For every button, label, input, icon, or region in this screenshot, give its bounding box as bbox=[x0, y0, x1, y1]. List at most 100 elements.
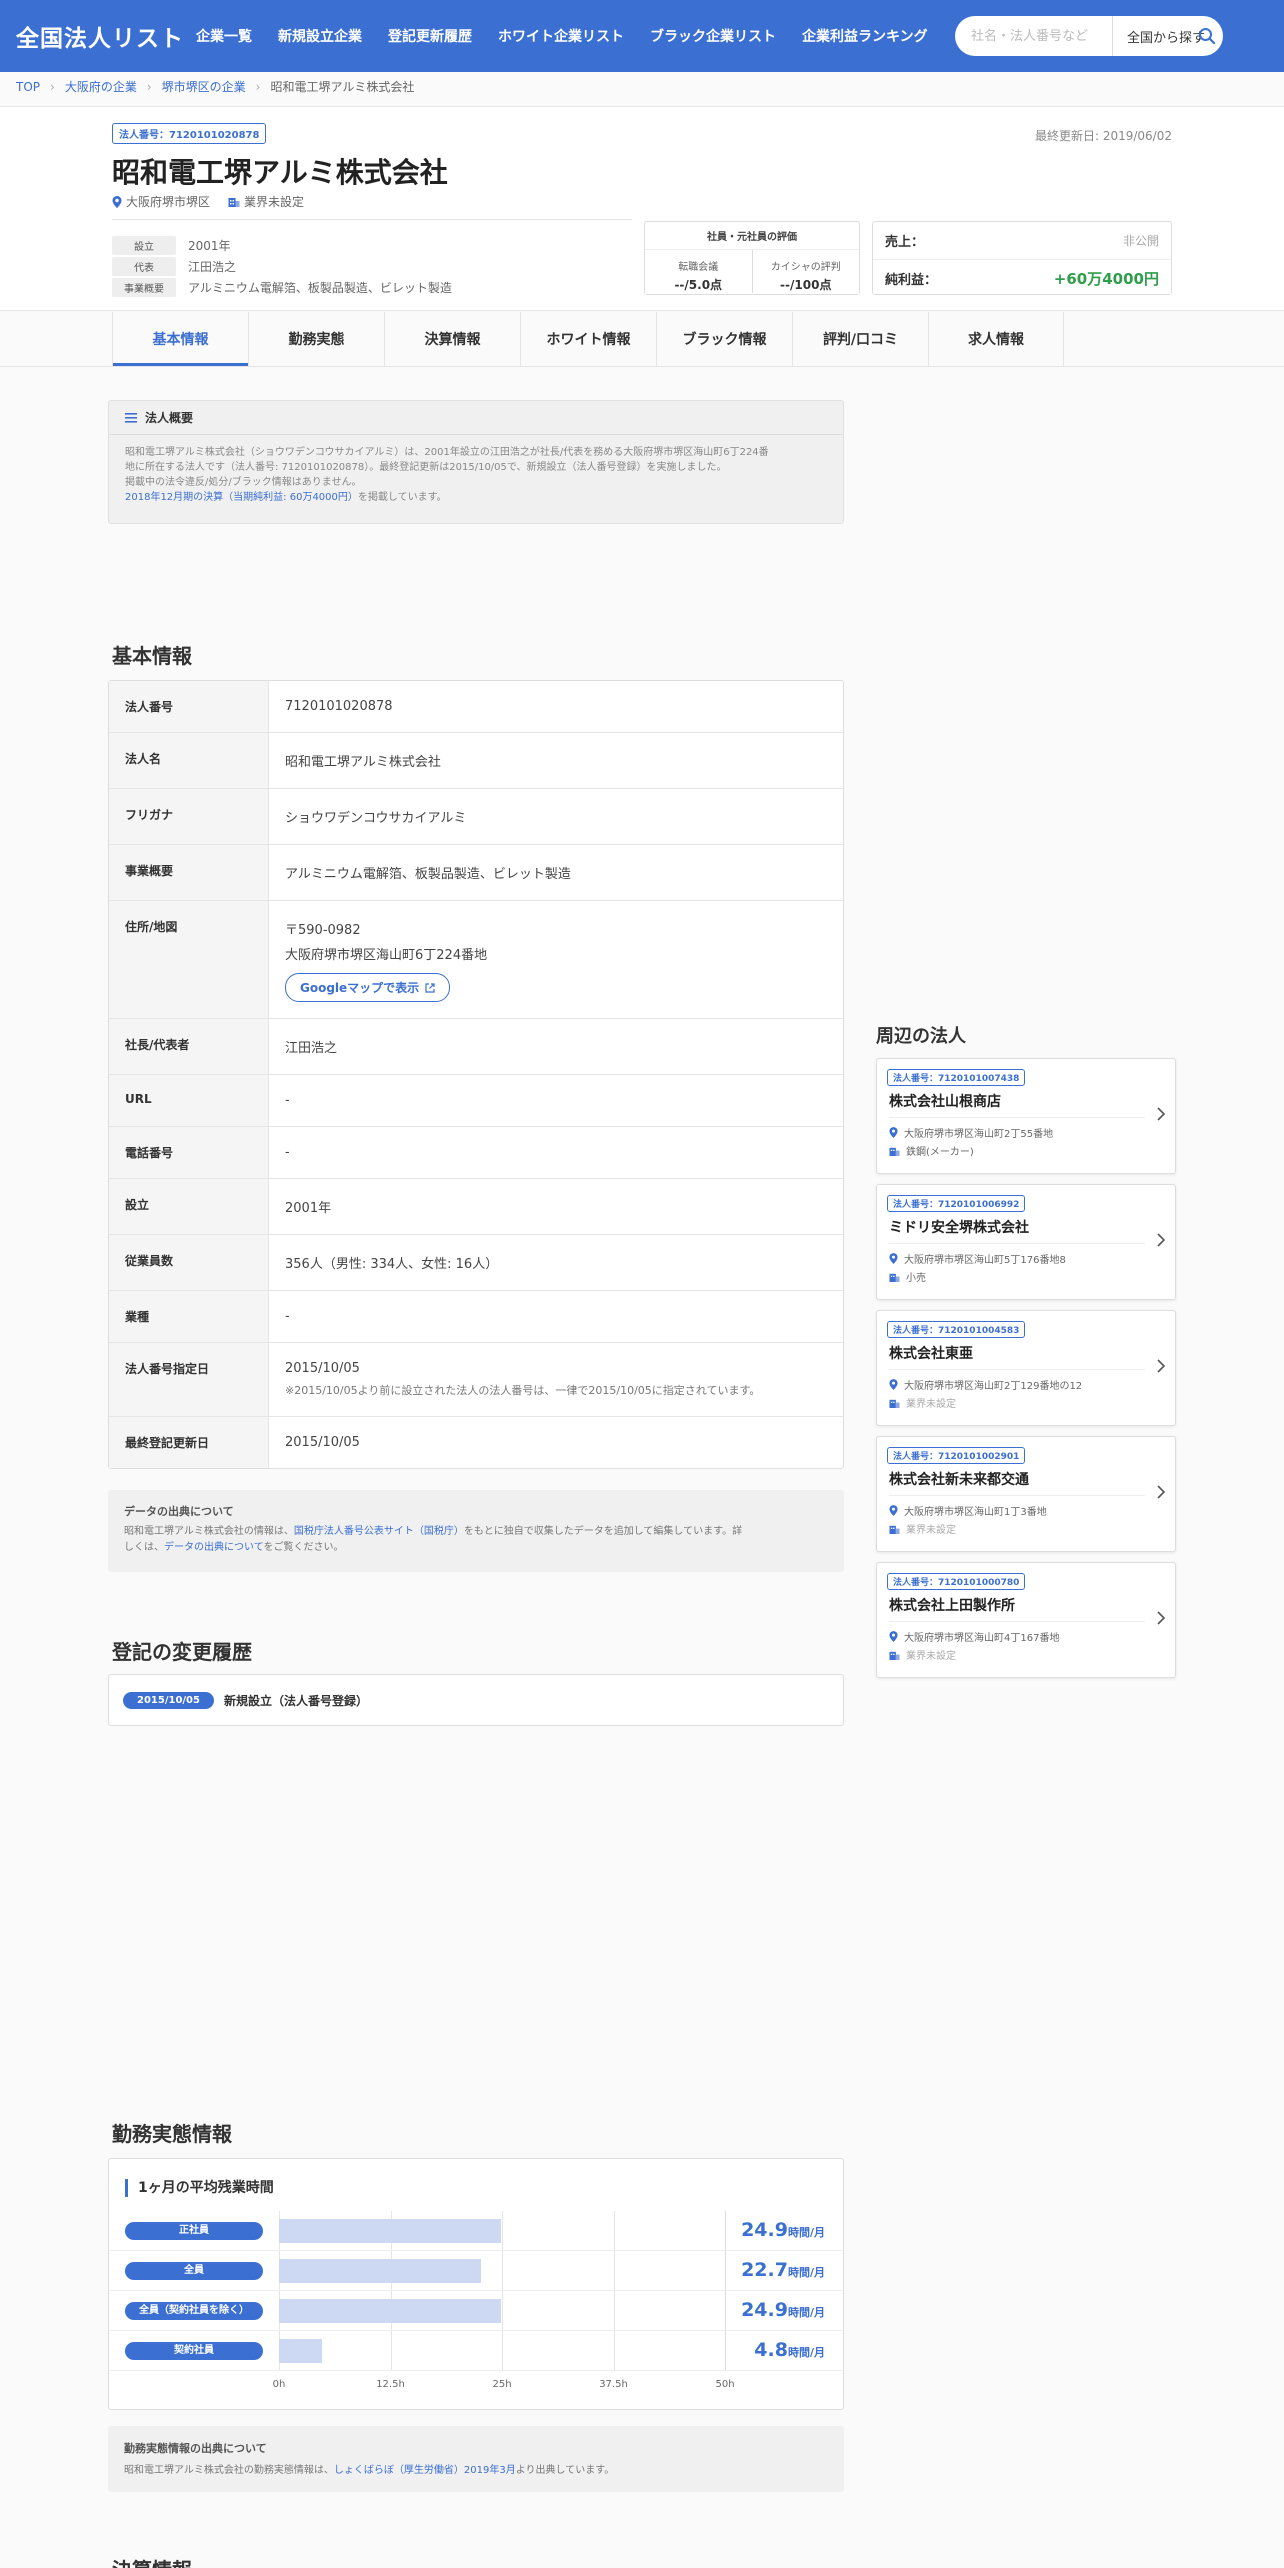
x-tick-label: 37.5h bbox=[599, 2379, 628, 2390]
bar-value-label: 4.8時間/月 bbox=[754, 2339, 825, 2361]
chart-bar-row: 全員 22.7時間/月 bbox=[109, 2251, 845, 2291]
employee-review-box: 社員・元社員の評価 転職会議 --/5.0点 カイシャの評判 --/100点 bbox=[644, 221, 860, 295]
chart-bar-row: 契約社員 4.8時間/月 bbox=[109, 2331, 845, 2371]
tab-basic[interactable]: 基本情報 bbox=[112, 312, 248, 366]
data-source-link[interactable]: データの出典について bbox=[164, 1542, 264, 1553]
location-pin-icon bbox=[889, 1127, 898, 1138]
bar-value-label: 24.9時間/月 bbox=[741, 2219, 825, 2241]
nav-new-companies[interactable]: 新規設立企業 bbox=[278, 26, 362, 46]
breadcrumb-top[interactable]: TOP bbox=[16, 80, 40, 94]
hero-divider bbox=[112, 219, 632, 220]
location-pin-icon bbox=[889, 1505, 898, 1516]
nearby-address: 大阪府堺市堺区海山町5丁176番地8 bbox=[904, 1255, 1066, 1266]
search-button[interactable] bbox=[1191, 16, 1223, 56]
nearby-corp-number: 法人番号：7120101002901 bbox=[887, 1447, 1026, 1464]
nearby-company-card[interactable]: 法人番号：7120101007438 株式会社山根商店 大阪府堺市堺区海山町2丁55… bbox=[876, 1058, 1176, 1174]
building-icon bbox=[889, 1399, 900, 1408]
search-area-select[interactable]: 全国から探す bbox=[1113, 27, 1205, 46]
basic-info-table: 法人番号 7120101020878 法人名 昭和電工堺アルミ株式会社 フリガナ… bbox=[108, 680, 844, 1469]
chevron-right-icon bbox=[1157, 1485, 1165, 1499]
nearby-company-card[interactable]: 法人番号：7120101004583 株式会社東亜 大阪府堺市堺区海山町2丁129番… bbox=[876, 1310, 1176, 1426]
search-icon bbox=[1199, 28, 1216, 45]
tab-jobs[interactable]: 求人情報 bbox=[928, 312, 1064, 366]
overtime-chart: 0h 12.5h 25h 37.5h 50h 正社員 24.9時間/月 全員 22.7時間/月全… bbox=[109, 2211, 845, 2401]
chart-bar-row: 正社員 24.9時間/月 bbox=[109, 2211, 845, 2251]
building-icon bbox=[889, 1651, 900, 1660]
x-tick-label: 25h bbox=[492, 2379, 512, 2390]
nearby-company-card[interactable]: 法人番号：7120101006992 ミドリ安全堺株式会社大阪府堺市堺区海山町5丁… bbox=[876, 1184, 1176, 1300]
company-hero: 法人番号：7120101020878 最終更新日: 2019/06/02 昭和電… bbox=[0, 106, 1284, 311]
nearby-industry: 業界未設定 bbox=[906, 1399, 956, 1410]
tab-reviews[interactable]: 評判/口コミ bbox=[792, 312, 928, 366]
nearby-company-name: ミドリ安全堺株式会社 bbox=[889, 1220, 1029, 1236]
building-icon bbox=[889, 1525, 900, 1534]
summary-title: 法人概要 bbox=[145, 411, 194, 425]
chevron-right-icon bbox=[1157, 1107, 1165, 1121]
work-source-note: 勤務実態情報の出典について 昭和電工堺アルミ株式会社の勤務実態情報は、しょくばら… bbox=[108, 2426, 844, 2492]
tab-financial[interactable]: 決算情報 bbox=[384, 312, 520, 366]
table-row: 従業員数 356人（男性: 334人、女性: 16人） bbox=[109, 1235, 843, 1291]
chevron-right-icon bbox=[1157, 1233, 1165, 1247]
nearby-address: 大阪府堺市堺区海山町2丁55番地 bbox=[904, 1129, 1054, 1140]
location-pin-icon bbox=[889, 1253, 898, 1264]
nta-site-link[interactable]: 国税庁法人番号公表サイト（国税庁） bbox=[294, 1526, 464, 1537]
bar-category-label: 契約社員 bbox=[125, 2342, 263, 2360]
search-input[interactable] bbox=[955, 16, 1113, 56]
nearby-industry: 業界未設定 bbox=[906, 1525, 956, 1536]
data-source-note: データの出典について 昭和電工堺アルミ株式会社の情報は、国税庁法人番号公表サイト… bbox=[108, 1490, 844, 1572]
table-row: 業種 - bbox=[109, 1291, 843, 1343]
address: 大阪府堺市堺区海山町6丁224番地 bbox=[285, 948, 488, 963]
tab-black[interactable]: ブラック情報 bbox=[656, 312, 792, 366]
bar-category-label: 全員（契約社員を除く） bbox=[125, 2302, 263, 2320]
google-map-button[interactable]: Googleマップで表示 bbox=[285, 973, 451, 1002]
chevron-right-icon: › bbox=[50, 79, 55, 94]
nav-white-list[interactable]: ホワイト企業リスト bbox=[498, 26, 624, 46]
tabs-border bbox=[0, 366, 1284, 367]
nearby-corp-number: 法人番号：7120101006992 bbox=[887, 1195, 1026, 1212]
nav-profit-ranking[interactable]: 企業利益ランキング bbox=[802, 26, 928, 46]
work-title: 勤務実態情報 bbox=[112, 2122, 232, 2146]
section-tabs: 基本情報 勤務実態 決算情報 ホワイト情報 ブラック情報 評判/口コミ 求人情報 bbox=[112, 312, 1064, 366]
breadcrumb-prefecture[interactable]: 大阪府の企業 bbox=[65, 78, 137, 95]
table-row: 設立 2001年 bbox=[109, 1179, 843, 1235]
table-row: 電話番号 - bbox=[109, 1127, 843, 1179]
chart-bar-row: 全員（契約社員を除く） 24.9時間/月 bbox=[109, 2291, 845, 2331]
chevron-right-icon bbox=[1157, 1359, 1165, 1373]
nav-black-list[interactable]: ブラック企業リスト bbox=[650, 26, 776, 46]
location-pin-icon bbox=[889, 1379, 898, 1390]
site-logo[interactable]: 全国法人リスト bbox=[16, 19, 184, 53]
nearby-corp-number: 法人番号：7120101007438 bbox=[887, 1069, 1026, 1086]
nav-company-list[interactable]: 企業一覧 bbox=[196, 26, 252, 46]
bar bbox=[279, 2259, 482, 2283]
review-kaisha[interactable]: カイシャの評判 --/100点 bbox=[751, 250, 860, 293]
table-row: 社長/代表者 江田浩之 bbox=[109, 1019, 843, 1075]
summary-financial-link[interactable]: 2018年12月期の決算（当期純利益: 60万4000円） bbox=[125, 492, 358, 503]
breadcrumb-city[interactable]: 堺市堺区の企業 bbox=[162, 78, 246, 95]
review-title: 社員・元社員の評価 bbox=[645, 222, 859, 250]
history-date-badge: 2015/10/05 bbox=[123, 1691, 214, 1709]
sales-row: 売上： 非公開 bbox=[885, 234, 1159, 250]
breadcrumb-current: 昭和電工堺アルミ株式会社 bbox=[270, 80, 415, 94]
summary-text: 昭和電工堺アルミ株式会社（ショウワデンコウサカイアルミ）は、2001年設立の江田… bbox=[125, 447, 769, 503]
bar-value-label: 22.7時間/月 bbox=[741, 2259, 825, 2281]
nearby-industry: 業界未設定 bbox=[906, 1651, 956, 1662]
corp-number-badge: 法人番号：7120101020878 bbox=[112, 123, 267, 144]
review-tenshoku[interactable]: 転職会議 --/5.0点 bbox=[645, 250, 752, 293]
company-summary: 法人概要 昭和電工堺アルミ株式会社（ショウワデンコウサカイアルミ）は、2001年… bbox=[108, 400, 844, 524]
tab-white[interactable]: ホワイト情報 bbox=[520, 312, 656, 366]
profit-value: +60万4000円 bbox=[1053, 269, 1159, 288]
chevron-right-icon: › bbox=[146, 79, 152, 94]
overtime-subtitle: 1ヶ月の平均残業時間 bbox=[125, 2179, 274, 2197]
nearby-company-card[interactable]: 法人番号：7120101002901 株式会社新未来都交通 大阪府堺市堺区海山町1丁… bbox=[876, 1436, 1176, 1552]
bar bbox=[279, 2339, 322, 2363]
table-row: 事業概要 アルミニウム電解箔、板製品製造、ビレット製造 bbox=[109, 845, 843, 901]
shokubarabo-link[interactable]: しょくばらぼ（厚生労働省）2019年3月 bbox=[334, 2465, 516, 2476]
nav-update-history[interactable]: 登記更新履歴 bbox=[388, 26, 472, 46]
tab-work[interactable]: 勤務実態 bbox=[248, 312, 384, 366]
nearby-industry: 小売 bbox=[906, 1273, 926, 1284]
site-header: 全国法人リスト 企業一覧 新規設立企業 登記更新履歴 ホワイト企業リスト ブラッ… bbox=[0, 0, 1284, 72]
chevron-right-icon: › bbox=[255, 79, 261, 94]
fact-business: 事業概要 アルミニウム電解箔、板製品製造、ビレット製造 bbox=[112, 277, 452, 298]
nearby-company-card[interactable]: 法人番号：7120101000780 株式会社上田製作所 大阪府堺市堺区海山町4丁1… bbox=[876, 1562, 1176, 1678]
company-meta: 大阪府堺市堺区 業界未設定 bbox=[112, 193, 322, 210]
